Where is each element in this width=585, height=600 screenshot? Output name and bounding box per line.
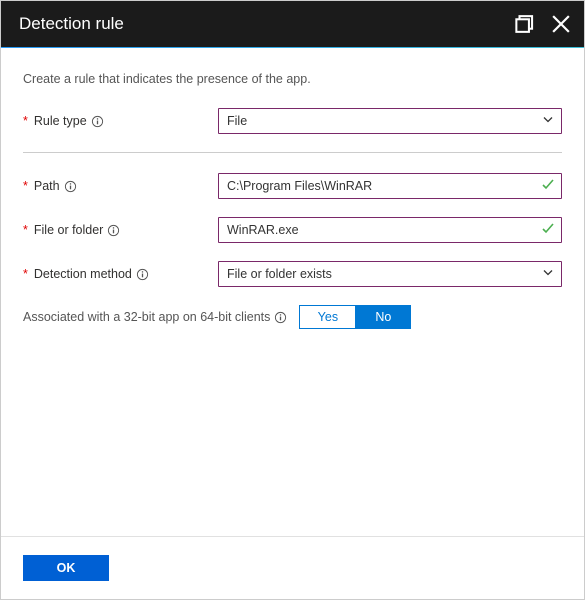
separator bbox=[23, 152, 562, 153]
info-icon[interactable] bbox=[136, 268, 149, 281]
restore-icon[interactable] bbox=[514, 13, 536, 35]
detection-rule-panel: Detection rule Create a rule that indica… bbox=[0, 0, 585, 600]
rule-type-select[interactable] bbox=[218, 108, 562, 134]
titlebar: Detection rule bbox=[1, 1, 584, 47]
info-icon[interactable] bbox=[107, 224, 120, 237]
ok-button[interactable]: OK bbox=[23, 555, 109, 581]
label-rule-type: * Rule type bbox=[23, 114, 218, 128]
required-marker: * bbox=[23, 223, 28, 237]
required-marker: * bbox=[23, 179, 28, 193]
row-detection-method: * Detection method bbox=[23, 261, 562, 287]
detection-method-select[interactable] bbox=[218, 261, 562, 287]
assoc-32bit-yes-button[interactable]: Yes bbox=[299, 305, 355, 329]
path-input[interactable] bbox=[218, 173, 562, 199]
assoc-32bit-toggle: Yes No bbox=[299, 305, 411, 329]
label-text: Associated with a 32-bit app on 64-bit c… bbox=[23, 310, 270, 324]
label-file-or-folder: * File or folder bbox=[23, 223, 218, 237]
info-icon[interactable] bbox=[91, 115, 104, 128]
required-marker: * bbox=[23, 114, 28, 128]
required-marker: * bbox=[23, 267, 28, 281]
close-icon[interactable] bbox=[550, 13, 572, 35]
info-icon[interactable] bbox=[274, 311, 287, 324]
label-text: Path bbox=[34, 179, 60, 193]
row-path: * Path bbox=[23, 173, 562, 199]
label-text: File or folder bbox=[34, 223, 103, 237]
window-controls bbox=[514, 1, 572, 47]
label-text: Detection method bbox=[34, 267, 132, 281]
row-rule-type: * Rule type bbox=[23, 108, 562, 134]
file-or-folder-input[interactable] bbox=[218, 217, 562, 243]
panel-title: Detection rule bbox=[19, 14, 124, 34]
info-icon[interactable] bbox=[64, 180, 77, 193]
footer: OK bbox=[1, 536, 584, 599]
intro-text: Create a rule that indicates the presenc… bbox=[23, 72, 562, 86]
row-file-or-folder: * File or folder bbox=[23, 217, 562, 243]
assoc-32bit-no-button[interactable]: No bbox=[355, 305, 411, 329]
label-path: * Path bbox=[23, 179, 218, 193]
content-area: Create a rule that indicates the presenc… bbox=[1, 48, 584, 536]
label-text: Rule type bbox=[34, 114, 87, 128]
row-assoc-32bit: Associated with a 32-bit app on 64-bit c… bbox=[23, 305, 562, 329]
label-assoc-32bit: Associated with a 32-bit app on 64-bit c… bbox=[23, 310, 287, 324]
label-detection-method: * Detection method bbox=[23, 267, 218, 281]
